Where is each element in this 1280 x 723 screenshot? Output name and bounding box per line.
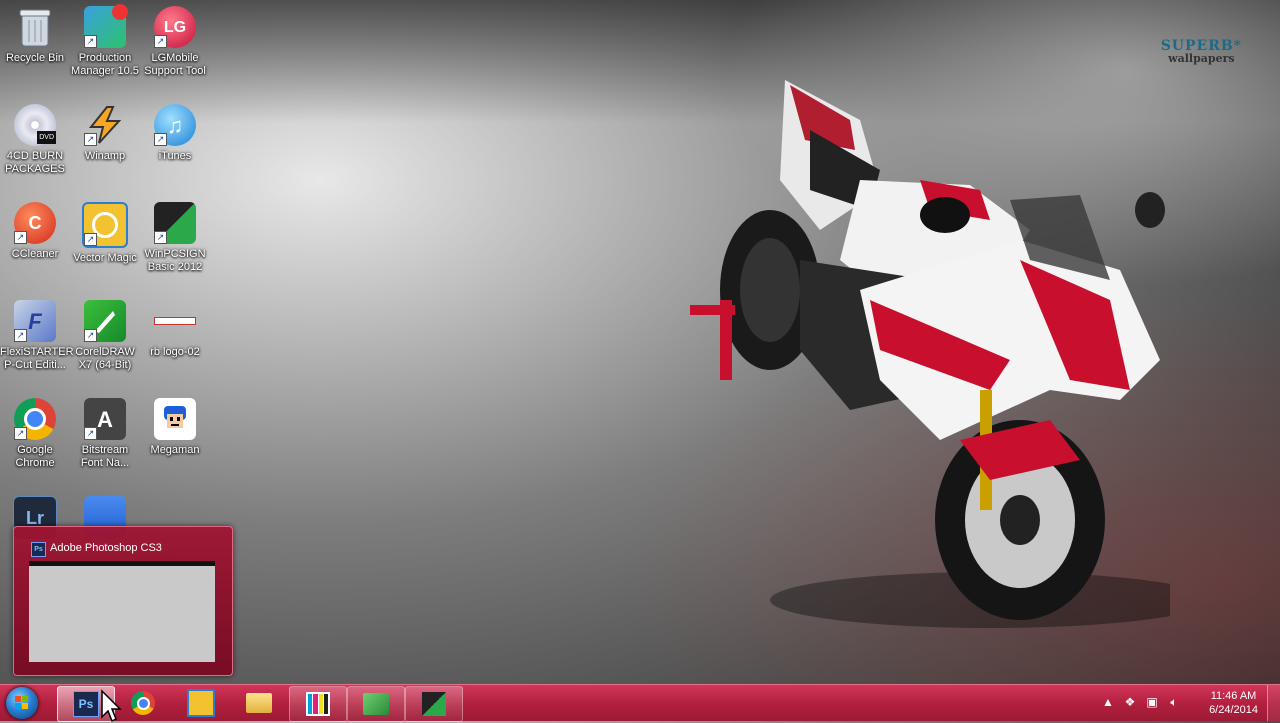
desktop-icon-google-chrome[interactable]: ↗ Google Chrome xyxy=(0,398,70,470)
show-hidden-icons-arrow[interactable]: ▲ xyxy=(1100,694,1116,710)
shortcut-arrow-icon: ↗ xyxy=(14,427,27,440)
mouse-cursor-icon xyxy=(101,689,122,723)
taskbar-button-chrome[interactable] xyxy=(115,686,171,720)
taskbar: Ps ▲ ❖ ▣ 🔈︎ 11:46 AM 6/24/2014 xyxy=(0,684,1280,723)
shortcut-arrow-icon: ↗ xyxy=(154,231,167,244)
taskbar-button-color-app[interactable] xyxy=(289,686,347,722)
image-file-icon xyxy=(154,300,196,342)
color-bars-icon xyxy=(306,692,330,716)
desktop-icon-rb-logo[interactable]: rb logo-02 xyxy=(140,300,210,359)
icon-label: CorelDRAW X7 (64-Bit) xyxy=(75,346,135,371)
vector-magic-icon: ↗ xyxy=(82,202,128,248)
shortcut-arrow-icon: ↗ xyxy=(84,233,97,246)
icon-label: LGMobile Support Tool xyxy=(144,52,206,77)
taskbar-button-vector-magic[interactable] xyxy=(173,686,229,720)
icon-label: FlexiSTARTER P-Cut Editi... xyxy=(0,346,74,371)
megaman-icon xyxy=(154,398,196,440)
icon-label: Production Manager 10.5 xyxy=(71,52,139,77)
shortcut-arrow-icon: ↗ xyxy=(14,329,27,342)
shortcut-arrow-icon: ↗ xyxy=(84,329,97,342)
icon-label: Winamp xyxy=(84,150,126,162)
desktop-icon-bitstream[interactable]: A ↗ Bitstream Font Na... xyxy=(70,398,140,470)
desktop-icon-flexistarter[interactable]: F ↗ FlexiSTARTER P-Cut Editi... xyxy=(0,300,74,372)
action-center-icon[interactable]: ▣ xyxy=(1144,694,1160,710)
dvd-icon: DVD xyxy=(14,104,56,146)
production-manager-icon: ↗ xyxy=(84,4,128,48)
clock-time: 11:46 AM xyxy=(1210,690,1257,702)
winamp-icon: ↗ xyxy=(84,104,126,146)
icon-label: Megaman xyxy=(150,444,200,456)
bitstream-icon: A ↗ xyxy=(84,398,126,440)
photoshop-icon: Ps xyxy=(31,542,46,557)
recycle-bin-icon xyxy=(14,6,56,48)
desktop-icon-vector-magic[interactable]: ↗ Vector Magic xyxy=(70,202,140,265)
shortcut-arrow-icon: ↗ xyxy=(84,35,97,48)
brand-bottom-text: wallpapers xyxy=(1168,52,1235,65)
clock[interactable]: 11:46 AM 6/24/2014 xyxy=(1209,689,1258,717)
taskbar-button-cutter-app[interactable] xyxy=(347,686,405,722)
desktop-icon-production-manager[interactable]: ↗ Production Manager 10.5 xyxy=(70,4,140,78)
icon-label: Google Chrome xyxy=(15,444,55,469)
desktop-icon-itunes[interactable]: ♫ ↗ iTunes xyxy=(140,104,210,163)
shortcut-arrow-icon: ↗ xyxy=(154,35,167,48)
clock-date: 6/24/2014 xyxy=(1209,704,1258,716)
taskbar-thumbnail-preview[interactable]: Ps Adobe Photoshop CS3 xyxy=(13,526,233,676)
icon-label: Vector Magic xyxy=(73,252,137,264)
chrome-icon: ↗ xyxy=(14,398,56,440)
itunes-icon: ♫ ↗ xyxy=(154,104,196,146)
icon-label: Bitstream Font Na... xyxy=(80,444,130,469)
shortcut-arrow-icon: ↗ xyxy=(84,427,97,440)
taskbar-button-explorer[interactable] xyxy=(231,686,287,720)
network-share-icon[interactable]: ❖ xyxy=(1122,694,1138,710)
icon-label: rb logo-02 xyxy=(150,346,200,358)
desktop-icon-recycle-bin[interactable]: Recycle Bin xyxy=(0,6,70,65)
coreldraw-icon: ↗ xyxy=(84,300,126,342)
desktop-icon-megaman[interactable]: Megaman xyxy=(140,398,210,457)
desktop-icon-ccleaner[interactable]: C ↗ CCleaner xyxy=(0,202,70,261)
icon-label: CCleaner xyxy=(11,248,59,260)
ccleaner-icon: C ↗ xyxy=(14,202,56,244)
motorcycle-wallpaper-image xyxy=(690,80,1170,628)
desktop-icon-coreldraw[interactable]: ↗ CorelDRAW X7 (64-Bit) xyxy=(70,300,140,372)
vector-magic-icon xyxy=(187,689,215,717)
chrome-icon xyxy=(131,691,155,715)
desktop-icon-4cd-burn[interactable]: DVD 4CD BURN PACKAGES xyxy=(0,104,70,176)
cutter-app-icon xyxy=(363,693,389,715)
desktop-icon-lgmobile[interactable]: LG ↗ LGMobile Support Tool xyxy=(140,6,210,78)
icon-label: 4CD BURN PACKAGES xyxy=(5,150,65,175)
icon-label: iTunes xyxy=(158,150,192,162)
desktop-icon-winpcsign[interactable]: ↗ WinPCSIGN Basic 2012 xyxy=(140,202,210,274)
photoshop-icon: Ps xyxy=(73,691,99,717)
winpcsign-icon xyxy=(422,692,446,716)
volume-icon[interactable]: 🔈︎ xyxy=(1166,694,1182,710)
shortcut-arrow-icon: ↗ xyxy=(154,133,167,146)
winpcsign-icon: ↗ xyxy=(154,202,196,244)
icon-label: WinPCSIGN Basic 2012 xyxy=(144,248,206,273)
shortcut-arrow-icon: ↗ xyxy=(84,133,97,146)
icon-label: Recycle Bin xyxy=(5,52,65,64)
folder-icon xyxy=(246,693,272,713)
flexistarter-icon: F ↗ xyxy=(14,300,56,342)
shortcut-arrow-icon: ↗ xyxy=(14,231,27,244)
windows-logo-icon xyxy=(15,696,29,710)
show-desktop-button[interactable] xyxy=(1267,685,1280,721)
preview-window-thumbnail[interactable] xyxy=(29,561,215,662)
lg-icon: LG ↗ xyxy=(154,6,196,48)
start-button[interactable] xyxy=(6,687,38,719)
preview-title: Adobe Photoshop CS3 xyxy=(50,542,162,554)
taskbar-button-winpcsign[interactable] xyxy=(405,686,463,722)
wallpaper-brand-logo: SUPERB* wallpapers xyxy=(1161,38,1242,65)
desktop-icon-winamp[interactable]: ↗ Winamp xyxy=(70,104,140,163)
